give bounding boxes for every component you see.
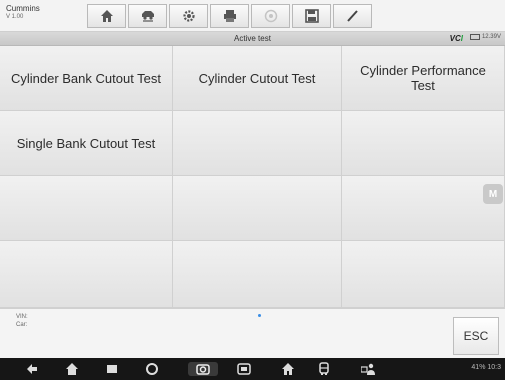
browser-icon xyxy=(146,363,158,375)
vci-indicator: VCI xyxy=(450,34,463,43)
test-cylinder-bank-cutout[interactable]: Cylinder Bank Cutout Test xyxy=(0,46,173,111)
remote-support-button[interactable] xyxy=(360,362,376,376)
diag-home-button[interactable] xyxy=(280,362,296,376)
grid-cell-empty xyxy=(342,241,505,308)
back-icon xyxy=(27,364,37,374)
grid-cell-empty xyxy=(173,111,342,176)
bus-icon xyxy=(319,362,329,375)
footer: VIN: Car: ESC xyxy=(0,308,505,358)
grid-cell-empty xyxy=(342,176,505,241)
floating-menu-button[interactable]: M xyxy=(483,184,503,204)
camera-icon xyxy=(196,364,210,375)
help-button[interactable] xyxy=(251,4,290,28)
grid-cell-empty xyxy=(173,241,342,308)
display-icon xyxy=(237,363,251,375)
title-bar: Active test VCI 12.39V xyxy=(0,32,505,46)
grid-cell-empty xyxy=(0,176,173,241)
camera-button[interactable] xyxy=(188,362,218,376)
recents-icon xyxy=(107,365,117,373)
test-cylinder-cutout[interactable]: Cylinder Cutout Test xyxy=(173,46,342,111)
home-nav-button[interactable] xyxy=(64,362,80,376)
home-button[interactable] xyxy=(87,4,126,28)
help-icon xyxy=(264,9,277,23)
recents-button[interactable] xyxy=(104,362,120,376)
home-icon xyxy=(100,10,113,22)
esc-button[interactable]: ESC xyxy=(453,317,499,355)
vin-label: VIN: xyxy=(16,314,28,320)
vci-label: VC xyxy=(449,34,461,43)
display-button[interactable] xyxy=(236,362,252,376)
test-grid: Cylinder Bank Cutout Test Cylinder Cutou… xyxy=(0,46,505,308)
page-indicator-dot xyxy=(258,314,261,317)
test-cylinder-performance[interactable]: Cylinder Performance Test xyxy=(342,46,505,111)
app-title: Cummins V 1.00 xyxy=(6,4,40,22)
car-label: Car: xyxy=(16,322,28,328)
toolbar-buttons xyxy=(87,4,374,28)
bus-button[interactable] xyxy=(316,362,332,376)
remote-support-icon xyxy=(361,363,375,375)
battery-voltage: 12.39V xyxy=(469,34,501,40)
home-nav-icon xyxy=(66,363,78,375)
top-toolbar: Cummins V 1.00 xyxy=(0,0,505,32)
battery-voltage-text: 12.39V xyxy=(481,34,501,40)
settings-icon xyxy=(182,10,195,22)
settings-button[interactable] xyxy=(169,4,208,28)
vci-bluetooth-mark: I xyxy=(460,34,463,43)
diag-home-icon xyxy=(282,363,294,375)
vehicle-swap-button[interactable] xyxy=(128,4,167,28)
pen-button[interactable] xyxy=(333,4,372,28)
app-version: V 1.00 xyxy=(6,14,24,20)
print-button[interactable] xyxy=(210,4,249,28)
vehicle-swap-icon xyxy=(141,11,154,22)
print-icon xyxy=(223,10,236,22)
grid-cell-empty xyxy=(0,241,173,308)
status-text: 41% 10:3 xyxy=(471,364,501,371)
vehicle-info: VIN: Car: xyxy=(16,313,28,329)
save-button[interactable] xyxy=(292,4,331,28)
grid-cell-empty xyxy=(173,176,342,241)
grid-cell-empty xyxy=(342,111,505,176)
pen-icon xyxy=(346,10,358,22)
browser-button[interactable] xyxy=(144,362,160,376)
test-single-bank-cutout[interactable]: Single Bank Cutout Test xyxy=(0,111,173,176)
back-button[interactable] xyxy=(24,362,40,376)
save-icon xyxy=(304,9,319,23)
battery-icon xyxy=(469,34,480,40)
page-title: Active test xyxy=(234,34,271,43)
app-name: Cummins xyxy=(6,4,40,13)
system-nav-bar: 41% 10:3 xyxy=(0,358,505,380)
